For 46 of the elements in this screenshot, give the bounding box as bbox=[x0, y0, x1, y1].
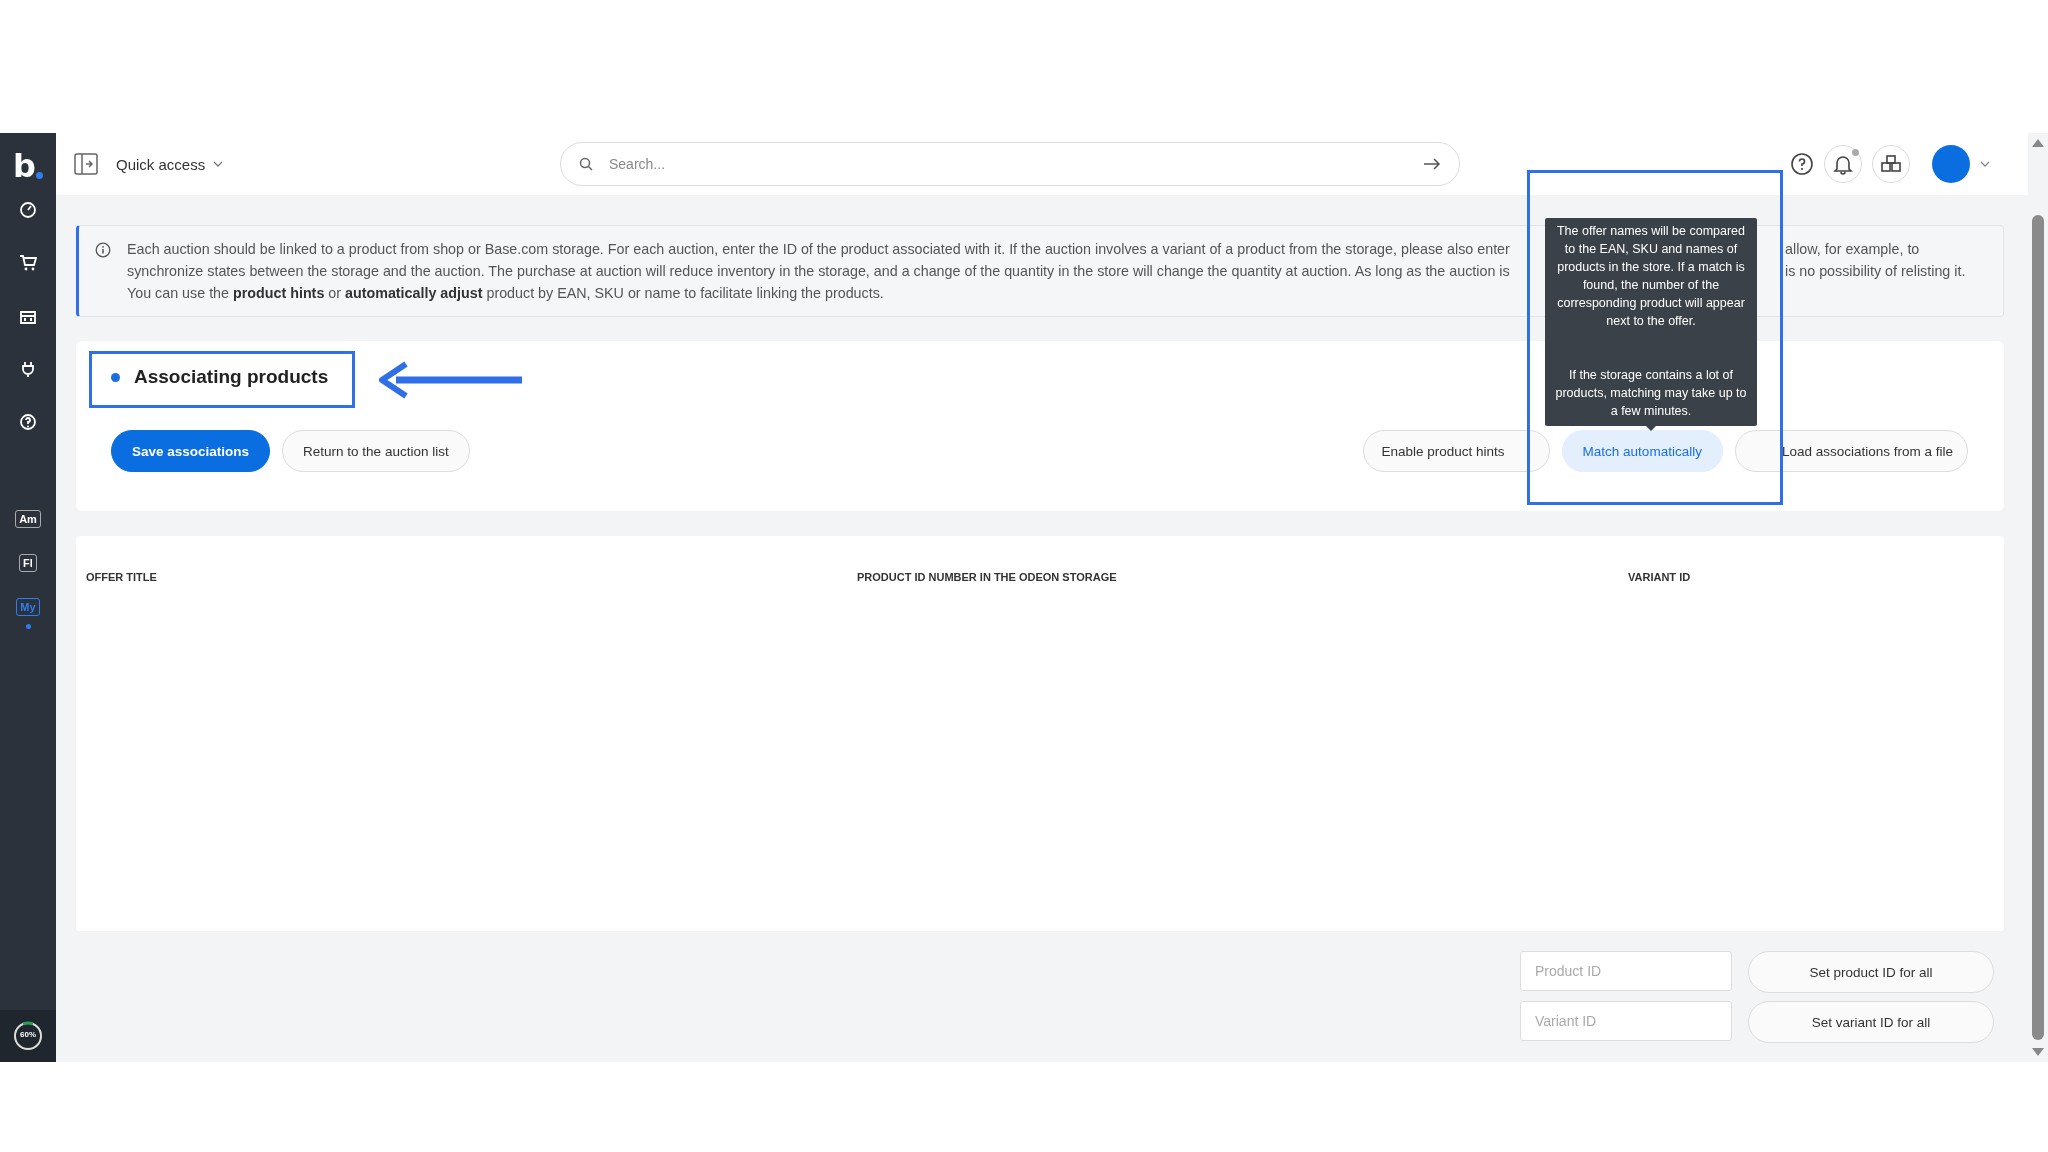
action-button[interactable]: Enable product hints bbox=[1362, 430, 1550, 472]
shortcut-button[interactable]: Am bbox=[15, 510, 41, 528]
input-field[interactable]: Product ID bbox=[1520, 951, 1732, 991]
info-text: allow, for example, to bbox=[1785, 240, 1921, 259]
search-input[interactable]: Search... bbox=[607, 155, 1409, 173]
info-text: synchronize states between the storage and the auction. The purchase at auction will reduce inventory in the storage, and a change of the quantity in the store will change the quantity at auction. As long as the auction is bbox=[127, 262, 1510, 281]
info-text: You can use the product hints or automatically adjust product by EAN, SKU or name to facilitate linking the products. bbox=[127, 284, 884, 303]
column-header: PRODUCT ID NUMBER IN THE ODEON STORAGE bbox=[857, 571, 1118, 583]
cart-icon[interactable] bbox=[19, 254, 37, 272]
action-button[interactable]: Load associations from a file bbox=[1734, 430, 1968, 472]
section-title: Associating products bbox=[134, 366, 329, 388]
selected-dot bbox=[25, 624, 31, 629]
tooltip-text: If the storage contains a lot of products, matching may take up to a few minutes. bbox=[1554, 367, 1748, 420]
bullet-icon bbox=[111, 372, 120, 382]
avatar[interactable] bbox=[1932, 145, 1970, 183]
ring-icon bbox=[13, 1021, 43, 1051]
bell-icon bbox=[1832, 153, 1854, 175]
column-header: VARIANT ID bbox=[1628, 571, 1692, 583]
action-button[interactable]: Return to the auction list bbox=[282, 430, 470, 472]
info-text: is no possibility of relisting it. bbox=[1785, 262, 1967, 281]
set-all-button[interactable]: Set variant ID for all bbox=[1748, 1001, 1994, 1043]
quick-access-menu[interactable]: Quick access bbox=[116, 155, 560, 173]
plug-icon[interactable] bbox=[19, 360, 37, 378]
notification-dot bbox=[1852, 149, 1859, 156]
gauge-icon[interactable] bbox=[19, 201, 37, 219]
scroll-thumb[interactable] bbox=[2032, 215, 2044, 1040]
input-field[interactable]: Variant ID bbox=[1520, 1001, 1732, 1041]
action-button[interactable]: Match automatically bbox=[1561, 430, 1723, 472]
progress-label: 60% bbox=[19, 1030, 37, 1039]
logo[interactable]: b bbox=[13, 147, 43, 181]
action-button[interactable]: Save associations bbox=[111, 430, 271, 472]
info-text: Each auction should be linked to a product from shop or Base.com storage. For each auction, enter the ID of the product associated with it. If the auction involves a variant of a product from the storage, please also enter bbox=[127, 240, 1510, 259]
set-all-button[interactable]: Set product ID for all bbox=[1748, 951, 1994, 993]
chevron-down-icon bbox=[213, 161, 224, 167]
panel-toggle-icon[interactable] bbox=[74, 153, 98, 175]
scroll-down-icon[interactable] bbox=[2032, 1048, 2044, 1056]
column-header: OFFER TITLE bbox=[86, 571, 158, 583]
scroll-up-icon[interactable] bbox=[2032, 139, 2044, 147]
chevron-down-icon[interactable] bbox=[1980, 161, 1990, 167]
tooltip-text: The offer names will be compared to the EAN, SKU and names of products in the store. If a match is found, the number of the corresponding product will appear next to the offer. bbox=[1555, 223, 1747, 330]
help-icon[interactable] bbox=[1790, 152, 1814, 176]
shortcut-button[interactable]: Fl bbox=[19, 554, 37, 572]
search-icon bbox=[579, 157, 593, 171]
arrow-right-icon[interactable] bbox=[1423, 158, 1441, 170]
boxes-icon bbox=[1880, 153, 1902, 175]
info-icon bbox=[95, 242, 111, 258]
